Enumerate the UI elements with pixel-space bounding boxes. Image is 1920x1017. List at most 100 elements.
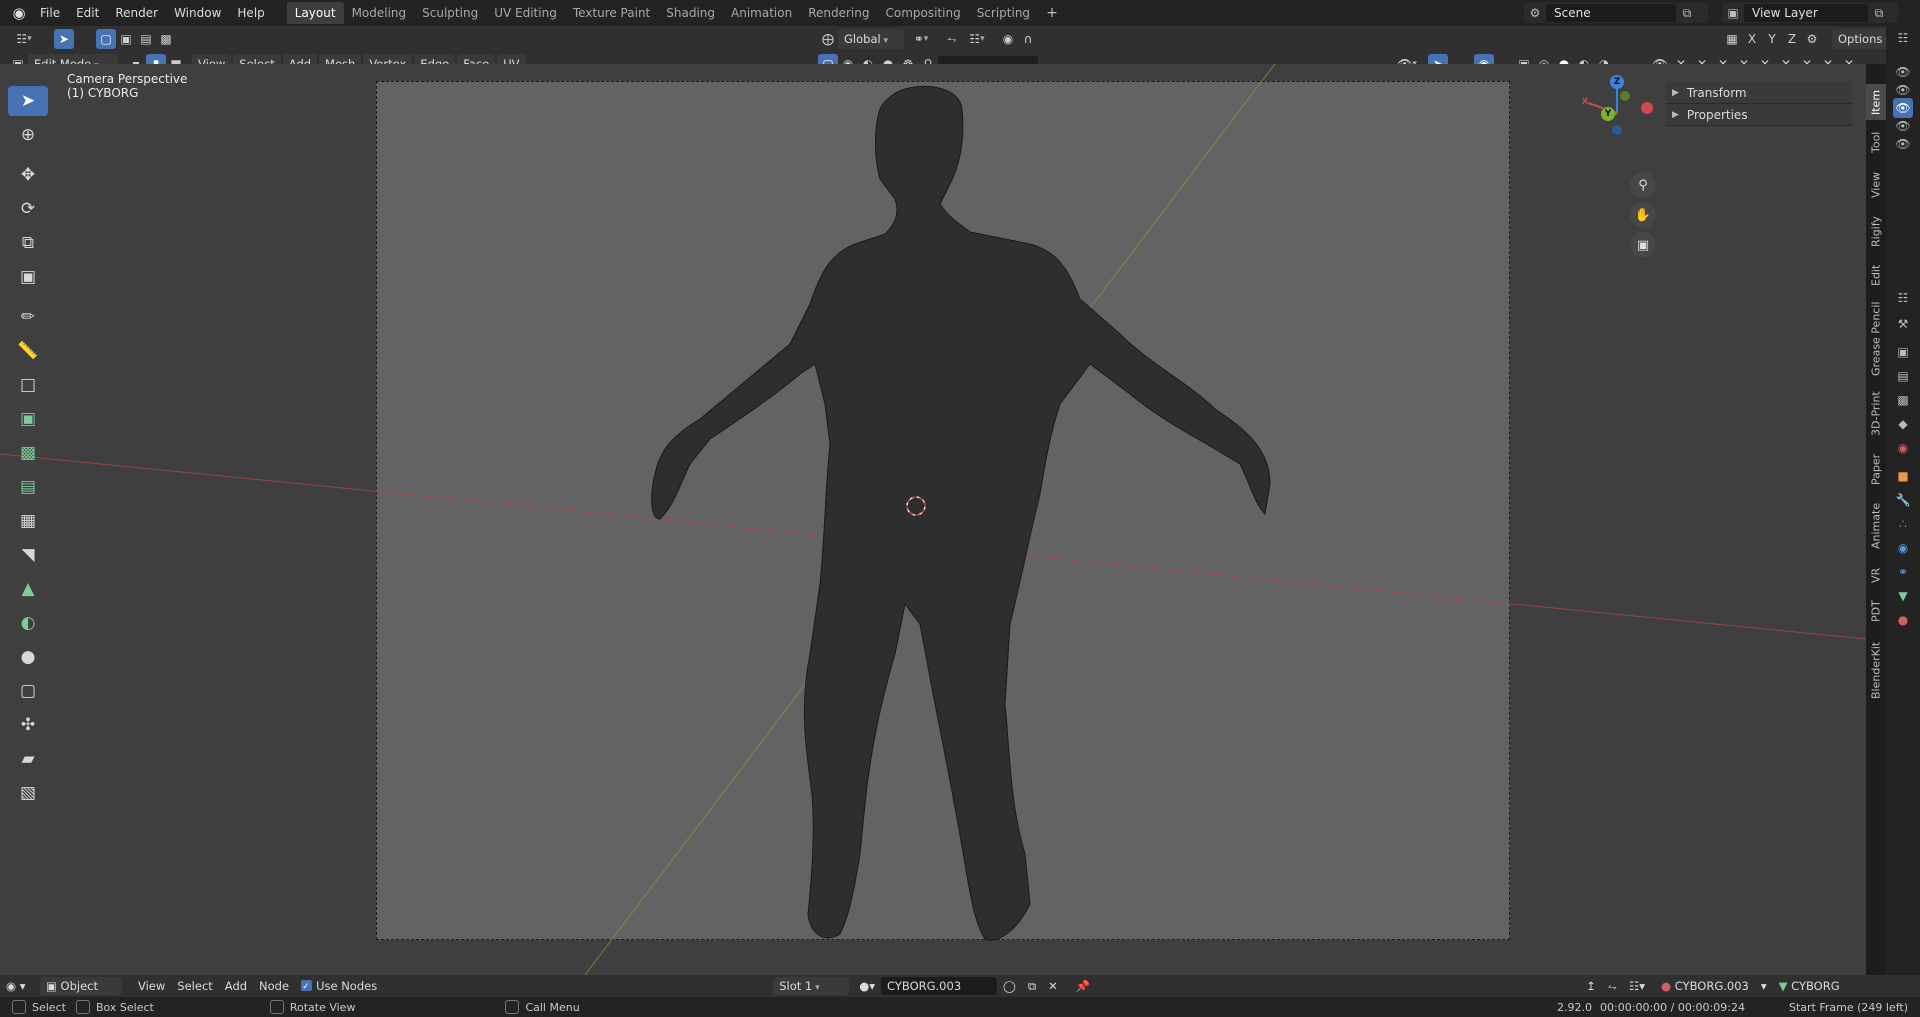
- unlink-material-icon[interactable]: ✕: [1042, 977, 1064, 995]
- tab-rendering[interactable]: Rendering: [800, 2, 877, 24]
- constraint-properties-icon[interactable]: ⚭: [1893, 562, 1913, 582]
- parent-node-tree-icon[interactable]: ↥: [1580, 977, 1602, 995]
- material-name-field[interactable]: CYBORG.003: [881, 977, 998, 995]
- tab-tool[interactable]: Tool: [1866, 126, 1886, 158]
- tab-compositing[interactable]: Compositing: [877, 2, 968, 24]
- scene-properties-icon[interactable]: ◆: [1893, 414, 1913, 434]
- zoom-icon[interactable]: ⚲: [1630, 172, 1656, 198]
- shrink-tool-icon[interactable]: ✣: [8, 710, 48, 740]
- object-properties-icon[interactable]: ■: [1893, 466, 1913, 486]
- panel-properties[interactable]: ▶ Properties: [1666, 104, 1852, 126]
- menu-edit[interactable]: Edit: [68, 2, 107, 24]
- tab-grease-pencil[interactable]: Grease Pencil: [1866, 298, 1886, 380]
- tab-sculpting[interactable]: Sculpting: [414, 2, 486, 24]
- transform-tool-icon[interactable]: ▣: [8, 262, 48, 292]
- tool-properties-icon[interactable]: ☷: [1893, 288, 1913, 308]
- slot-dropdown[interactable]: Slot 1: [773, 977, 850, 995]
- tab-animate[interactable]: Animate: [1866, 498, 1886, 554]
- fake-user-icon[interactable]: ◯: [997, 977, 1022, 995]
- proportional-edit-icon[interactable]: ◉: [998, 29, 1018, 49]
- tab-pdt[interactable]: PDT: [1866, 594, 1886, 628]
- tab-uv-editing[interactable]: UV Editing: [486, 2, 565, 24]
- new-scene-icon[interactable]: ⧉: [1676, 6, 1698, 21]
- tool-settings-icon[interactable]: ⚒: [1893, 314, 1913, 334]
- tab-blenderkit[interactable]: BlenderKit: [1866, 636, 1886, 704]
- object-type-dropdown[interactable]: ▣ Object: [40, 977, 122, 995]
- menu-help[interactable]: Help: [229, 2, 272, 24]
- blender-logo-icon[interactable]: ◉: [6, 0, 32, 26]
- tab-3d-print[interactable]: 3D-Print: [1866, 388, 1886, 440]
- gizmo-neg-y-ball[interactable]: [1620, 91, 1630, 101]
- menu-window[interactable]: Window: [166, 2, 229, 24]
- particles-properties-icon[interactable]: ∴: [1893, 514, 1913, 534]
- eye-icon[interactable]: 👁: [1893, 98, 1913, 118]
- add-workspace-button[interactable]: +: [1038, 2, 1066, 24]
- material-properties-icon[interactable]: ●: [1893, 610, 1913, 630]
- tab-shading[interactable]: Shading: [658, 2, 723, 24]
- cursor-tool-icon[interactable]: ⊕: [8, 120, 48, 150]
- poly-build-tool-icon[interactable]: ▲: [8, 574, 48, 604]
- pivot-point-icon[interactable]: ⚭: [906, 29, 936, 49]
- view-layer-icon[interactable]: ▣: [1722, 6, 1744, 20]
- axis-x-toggle[interactable]: X: [1742, 29, 1762, 49]
- view-layer-properties-icon[interactable]: ▩: [1893, 390, 1913, 410]
- select-new-icon[interactable]: ▢: [96, 29, 116, 49]
- snap-icon[interactable]: ⥊: [1602, 977, 1623, 995]
- gizmo-x-axis[interactable]: X: [1578, 95, 1592, 109]
- scene-icon[interactable]: ⚙: [1524, 6, 1546, 20]
- snap-target-icon[interactable]: ☷: [962, 29, 992, 49]
- duplicate-material-icon[interactable]: ⧉: [1022, 977, 1042, 995]
- tab-modeling[interactable]: Modeling: [344, 2, 415, 24]
- menu-add[interactable]: Add: [219, 977, 253, 995]
- modifier-properties-icon[interactable]: 🔧: [1893, 490, 1913, 510]
- snap-icon[interactable]: ⥊: [942, 29, 962, 49]
- rip-tool-icon[interactable]: ▧: [8, 778, 48, 808]
- falloff-icon[interactable]: ∩: [1018, 29, 1038, 49]
- inset-tool-icon[interactable]: ▩: [8, 438, 48, 468]
- material-browse-icon[interactable]: ●▾: [853, 977, 881, 995]
- tab-edit[interactable]: Edit: [1866, 260, 1886, 290]
- tab-texture-paint[interactable]: Texture Paint: [565, 2, 658, 24]
- knife-tool-icon[interactable]: ◥: [8, 540, 48, 570]
- new-view-layer-icon[interactable]: ⧉: [1868, 6, 1890, 21]
- pin-icon[interactable]: 📌: [1070, 977, 1096, 995]
- axis-y-toggle[interactable]: Y: [1762, 29, 1782, 49]
- bevel-tool-icon[interactable]: ▤: [8, 472, 48, 502]
- annotate-tool-icon[interactable]: ✏: [8, 302, 48, 332]
- tab-scripting[interactable]: Scripting: [969, 2, 1038, 24]
- editor-type-icon[interactable]: ☷: [8, 29, 40, 49]
- select-intersect-icon[interactable]: ▩: [156, 29, 176, 49]
- camera-view-icon[interactable]: ▣: [1630, 232, 1656, 258]
- shear-tool-icon[interactable]: ▰: [8, 744, 48, 774]
- panel-transform[interactable]: ▶ Transform: [1666, 82, 1852, 104]
- tab-layout[interactable]: Layout: [286, 2, 344, 24]
- scene-name-field[interactable]: Scene: [1546, 4, 1676, 22]
- tab-animation[interactable]: Animation: [723, 2, 800, 24]
- rotate-tool-icon[interactable]: ⟳: [8, 194, 48, 224]
- chevron-down-icon[interactable]: ▾: [1755, 977, 1773, 995]
- select-box-tool-icon[interactable]: ➤: [8, 86, 48, 116]
- editor-type-icon[interactable]: ☷: [1893, 28, 1913, 48]
- tab-rigify[interactable]: Rigify: [1866, 212, 1886, 252]
- scale-tool-icon[interactable]: ⧉: [8, 228, 48, 258]
- axis-z-toggle[interactable]: Z: [1782, 29, 1802, 49]
- auto-merge-icon[interactable]: ⚙: [1802, 29, 1822, 49]
- gizmo-z-axis[interactable]: Z: [1610, 75, 1624, 89]
- render-properties-icon[interactable]: ▣: [1893, 342, 1913, 362]
- data-properties-icon[interactable]: ▼: [1893, 586, 1913, 606]
- smooth-tool-icon[interactable]: ●: [8, 642, 48, 672]
- select-tool-icon[interactable]: ➤: [54, 29, 74, 49]
- measure-tool-icon[interactable]: 📏: [8, 336, 48, 366]
- menu-select[interactable]: Select: [171, 977, 218, 995]
- edge-slide-tool-icon[interactable]: ▢: [8, 676, 48, 706]
- tab-vr[interactable]: VR: [1866, 562, 1886, 588]
- menu-render[interactable]: Render: [107, 2, 166, 24]
- orientation-dropdown[interactable]: Global: [838, 29, 904, 49]
- loop-cut-tool-icon[interactable]: ▦: [8, 506, 48, 536]
- extrude-tool-icon[interactable]: ▣: [8, 404, 48, 434]
- eye-icon[interactable]: 👁: [1893, 116, 1913, 136]
- select-subtract-icon[interactable]: ▤: [136, 29, 156, 49]
- select-extend-icon[interactable]: ▣: [116, 29, 136, 49]
- add-cube-tool-icon[interactable]: □: [8, 370, 48, 400]
- editor-type-icon[interactable]: ◉ ▾: [0, 977, 36, 995]
